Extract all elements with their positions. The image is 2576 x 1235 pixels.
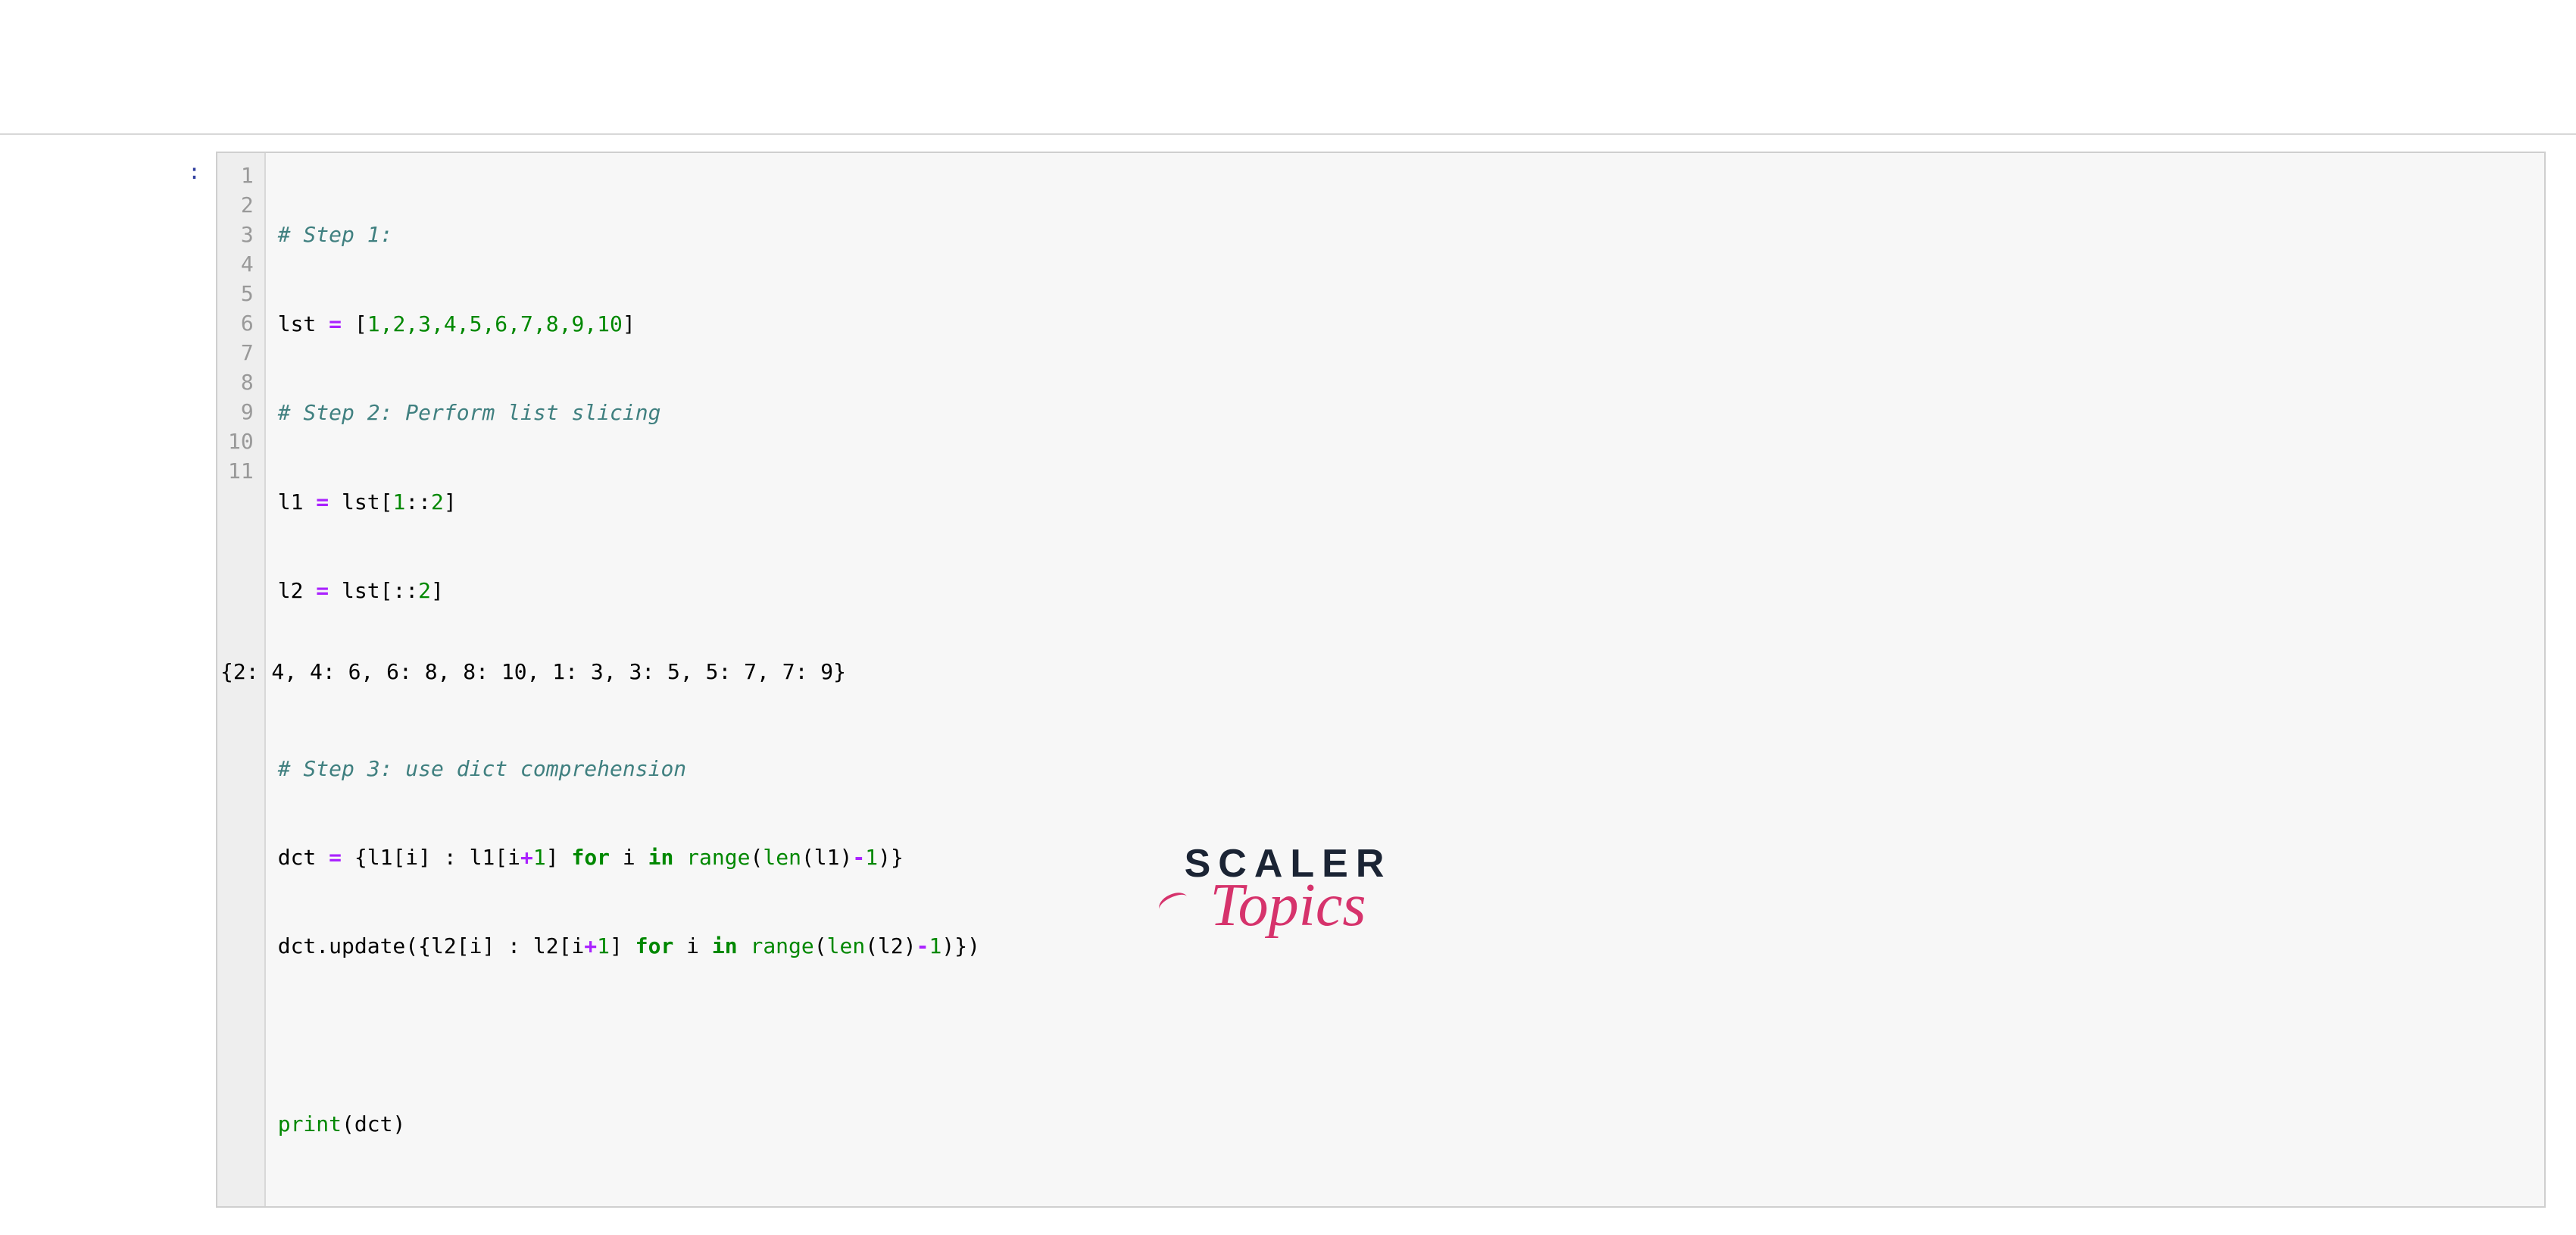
code-token: lst bbox=[278, 311, 329, 336]
code-token: (dct) bbox=[342, 1112, 405, 1137]
code-token: # Step 2: Perform list slicing bbox=[278, 400, 661, 425]
code-token: len bbox=[763, 845, 801, 870]
code-token: 1 bbox=[865, 845, 878, 870]
code-token: dct bbox=[278, 845, 329, 870]
scaler-topics-logo: SCALER Topics bbox=[1185, 841, 1392, 940]
code-token: :: bbox=[405, 489, 431, 514]
code-token: i bbox=[610, 845, 648, 870]
code-token: )} bbox=[878, 845, 904, 870]
line-number: 6 bbox=[228, 308, 254, 338]
code-token: 1,2,3,4,5,6,7,8,9,10 bbox=[367, 311, 623, 336]
code-token: )}) bbox=[941, 933, 980, 958]
code-token: ] bbox=[431, 578, 444, 603]
code-token: - bbox=[852, 845, 865, 870]
code-token: range bbox=[686, 845, 750, 870]
line-number: 2 bbox=[228, 190, 254, 220]
code-token: range bbox=[750, 933, 813, 958]
code-token: 1 bbox=[929, 933, 942, 958]
code-token: = bbox=[329, 845, 342, 870]
cell-output: {2: 4, 4: 6, 6: 8, 8: 10, 1: 3, 3: 5, 5:… bbox=[220, 659, 846, 684]
code-token: ] bbox=[610, 933, 635, 958]
code-token: print bbox=[278, 1112, 342, 1137]
code-token: ] bbox=[623, 311, 635, 336]
input-prompt: : bbox=[170, 152, 216, 184]
code-token: for bbox=[571, 845, 610, 870]
code-token: + bbox=[520, 845, 533, 870]
code-token: len bbox=[827, 933, 866, 958]
code-token: {l1[i] : l1[i bbox=[342, 845, 520, 870]
code-token: ( bbox=[814, 933, 827, 958]
code-token: in bbox=[712, 933, 738, 958]
line-number: 10 bbox=[228, 427, 254, 456]
code-token: ] bbox=[546, 845, 572, 870]
code-token: = bbox=[329, 311, 342, 336]
code-token: ] bbox=[444, 489, 457, 514]
code-token: 1 bbox=[392, 489, 405, 514]
code-token: # Step 3: use dict comprehension bbox=[278, 756, 686, 781]
logo-text-topics: Topics bbox=[1185, 871, 1392, 940]
code-token: 2 bbox=[418, 578, 431, 603]
line-number: 4 bbox=[228, 249, 254, 279]
code-token: l1 bbox=[278, 489, 317, 514]
line-number: 1 bbox=[228, 161, 254, 190]
code-token: # Step 1: bbox=[278, 222, 393, 247]
code-token: lst[:: bbox=[329, 578, 418, 603]
code-token: 1 bbox=[533, 845, 546, 870]
code-token bbox=[738, 933, 751, 958]
code-token: l2 bbox=[278, 578, 317, 603]
code-token: + bbox=[584, 933, 597, 958]
line-number: 3 bbox=[228, 220, 254, 249]
code-token: dct.update({l2[i] : l2[i bbox=[278, 933, 585, 958]
code-token: in bbox=[648, 845, 674, 870]
line-number: 5 bbox=[228, 279, 254, 308]
divider bbox=[0, 133, 2576, 135]
code-token: 2 bbox=[431, 489, 444, 514]
code-token: = bbox=[316, 578, 329, 603]
code-token: = bbox=[316, 489, 329, 514]
code-token: 1 bbox=[597, 933, 610, 958]
code-token: ( bbox=[751, 845, 763, 870]
code-token: i bbox=[673, 933, 712, 958]
code-token: for bbox=[635, 933, 674, 958]
code-token: [ bbox=[342, 311, 367, 336]
line-number: 9 bbox=[228, 397, 254, 427]
code-token: lst[ bbox=[329, 489, 392, 514]
line-number: 11 bbox=[228, 456, 254, 486]
line-number: 8 bbox=[228, 367, 254, 397]
code-token: - bbox=[916, 933, 929, 958]
code-token: (l1) bbox=[801, 845, 852, 870]
code-token: (l2) bbox=[865, 933, 916, 958]
code-token bbox=[673, 845, 686, 870]
line-number: 7 bbox=[228, 338, 254, 367]
